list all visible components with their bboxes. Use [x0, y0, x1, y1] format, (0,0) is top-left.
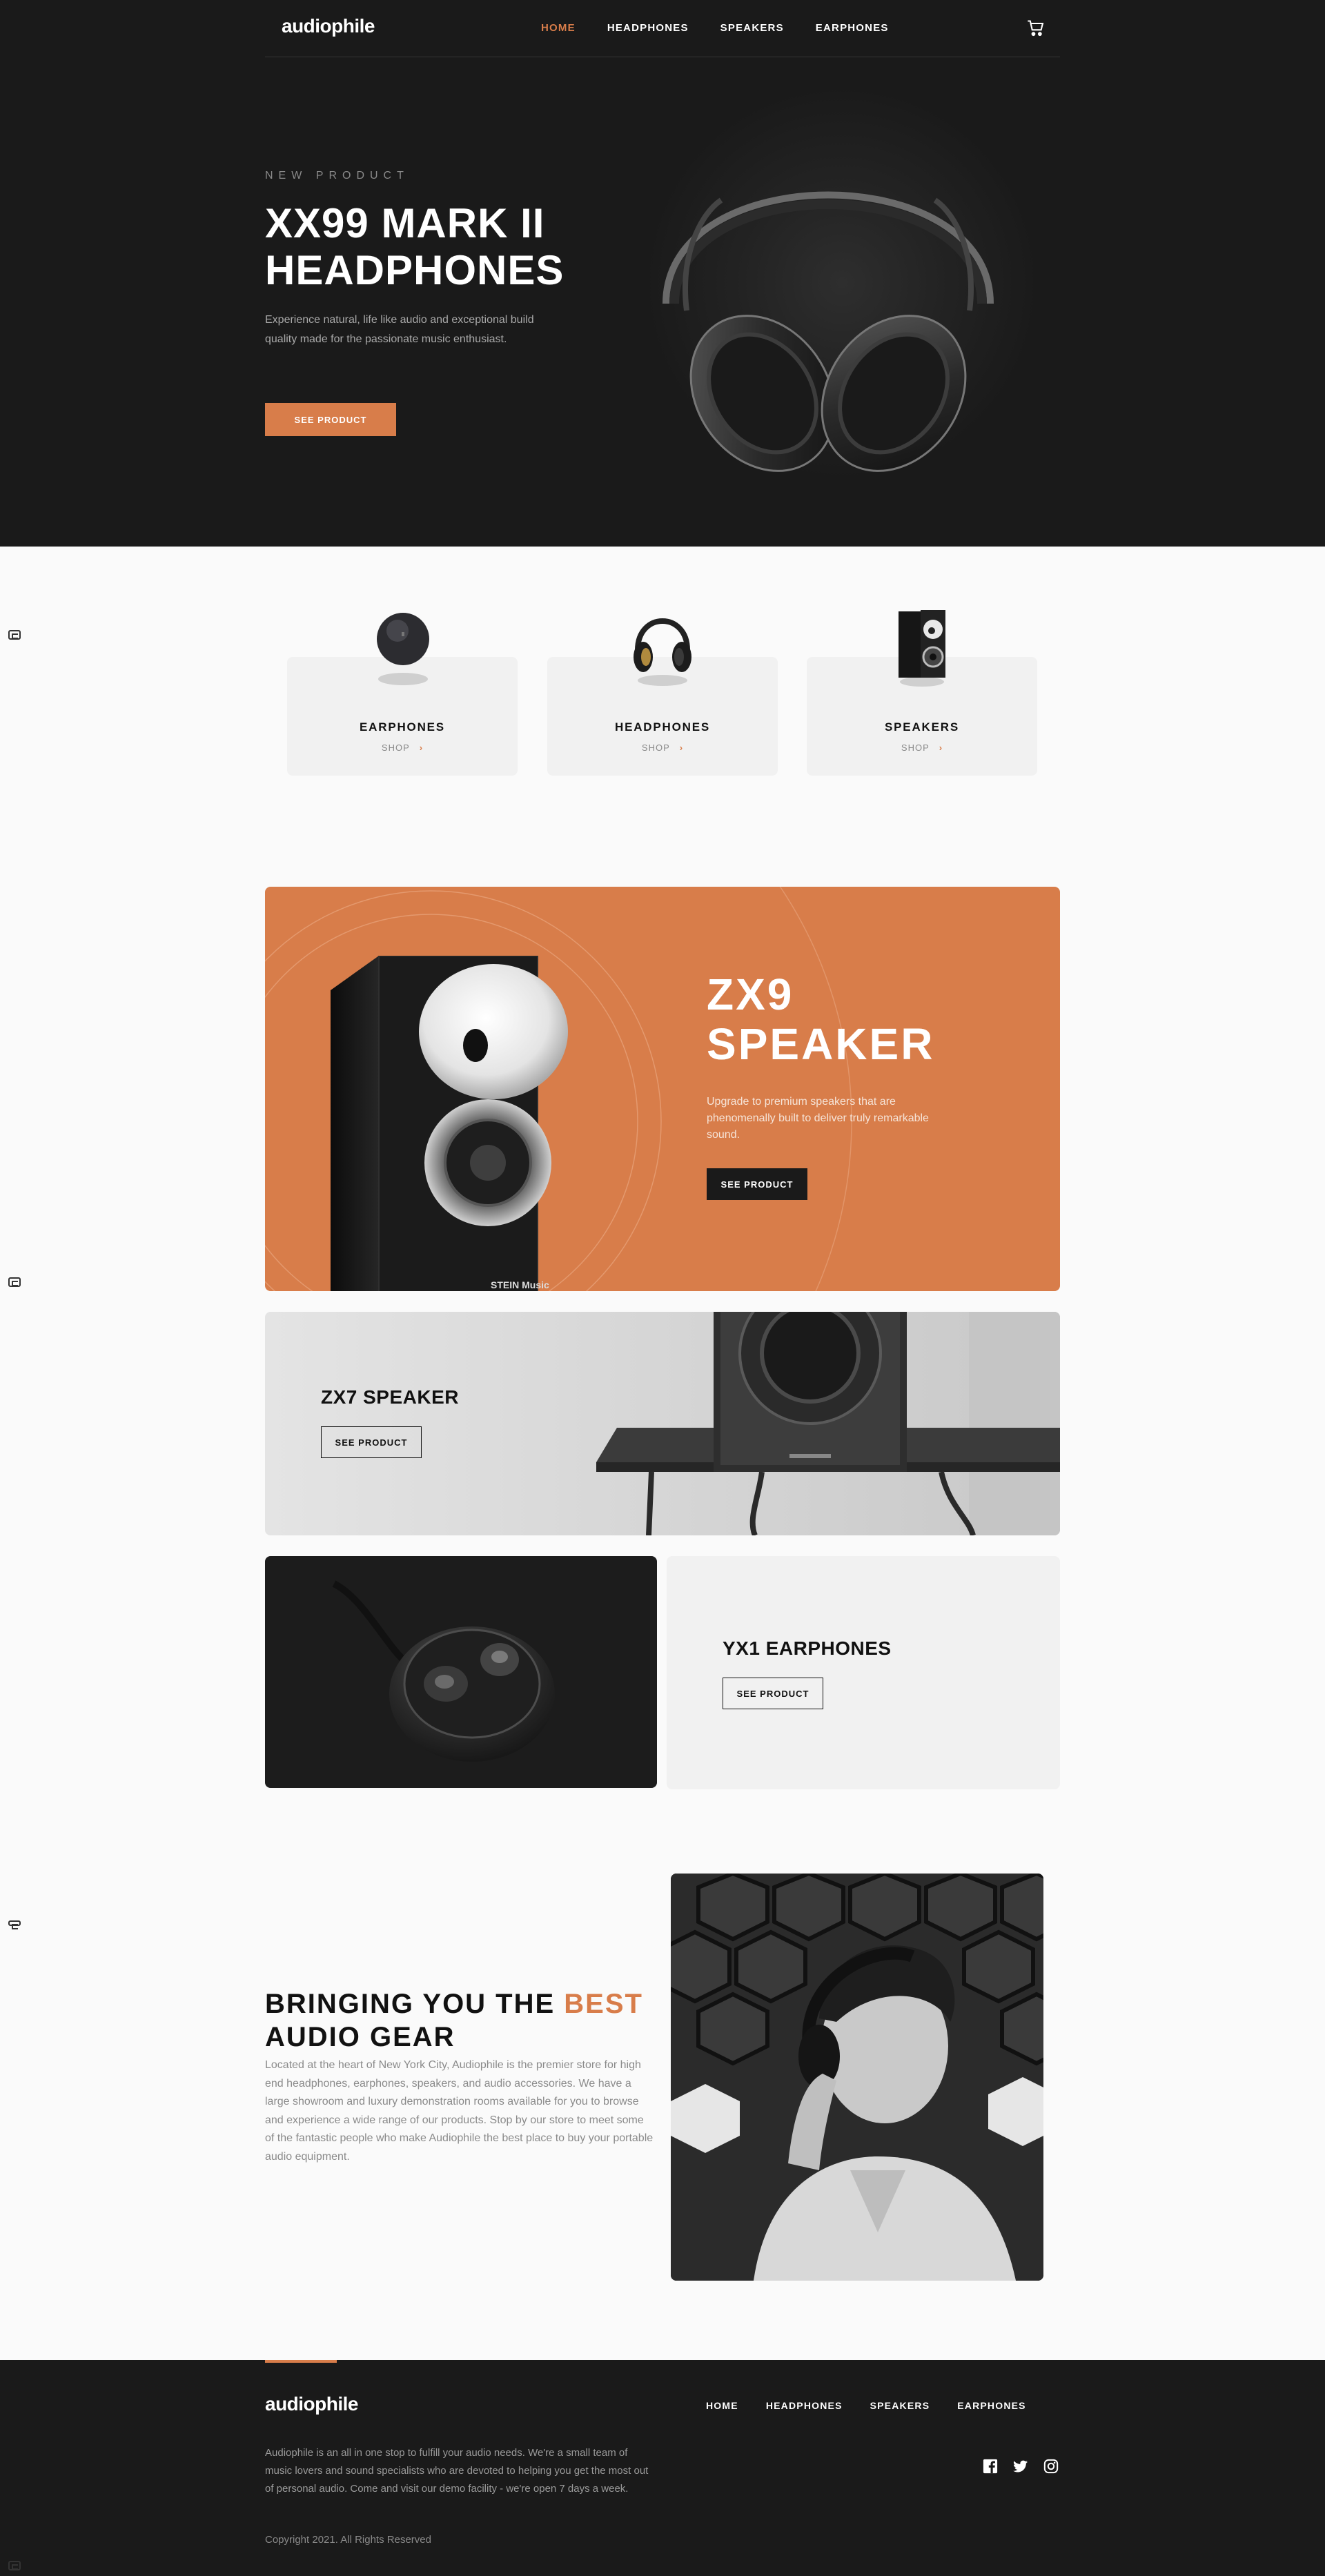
zx9-title: ZX9 SPEAKER [707, 970, 935, 1069]
category-name: SPEAKERS [885, 720, 959, 734]
zx9-speaker-image: STEIN Music [331, 956, 568, 1291]
footer-accent-bar [265, 2360, 337, 2363]
footer-nav-home[interactable]: HOME [706, 2400, 738, 2411]
yx1-title: YX1 EARPHONES [723, 1638, 892, 1659]
twitter-icon[interactable] [1013, 2459, 1028, 2474]
footer-copyright: Copyright 2021. All Rights Reserved [265, 2534, 431, 2546]
footer: audiophile HOME HEADPHONES SPEAKERS EARP… [0, 2360, 1325, 2576]
earphones-case-image [377, 613, 429, 685]
cart-icon[interactable] [1026, 19, 1046, 38]
nav-headphones[interactable]: HEADPHONES [607, 22, 689, 34]
zx7-title: ZX7 SPEAKER [321, 1386, 459, 1408]
footer-nav-speakers[interactable]: SPEAKERS [870, 2400, 930, 2411]
zx9-description: Upgrade to premium speakers that are phe… [707, 1096, 929, 1141]
hero-section: audiophile HOME HEADPHONES SPEAKERS EARP… [0, 0, 1325, 547]
side-scroll-icon[interactable] [8, 1920, 21, 1929]
speaker-thumb-image [899, 610, 945, 687]
facebook-icon[interactable] [983, 2459, 998, 2474]
about-title-accent: BEST [564, 1989, 643, 2019]
instagram-icon[interactable] [1043, 2459, 1059, 2474]
yx1-text-card: YX1 EARPHONES SEE PRODUCT [667, 1556, 1060, 1789]
headphones-thumb-image [634, 618, 691, 686]
zx9-see-product-button[interactable]: SEE PRODUCT [707, 1168, 807, 1200]
zx7-feature-card: ZX7 SPEAKER SEE PRODUCT [265, 1312, 1060, 1535]
headphones-image [662, 191, 994, 472]
zx7-see-product-button[interactable]: SEE PRODUCT [321, 1426, 422, 1458]
footer-nav: HOME HEADPHONES SPEAKERS EARPHONES [706, 2400, 1026, 2411]
footer-nav-earphones[interactable]: EARPHONES [957, 2400, 1025, 2411]
about-person-image [671, 1874, 1043, 2281]
nav-earphones[interactable]: EARPHONES [816, 22, 889, 34]
logo[interactable]: audiophile [282, 15, 375, 37]
footer-logo[interactable]: audiophile [265, 2393, 359, 2415]
about-title: BRINGING YOU THE BEST AUDIO GEAR [265, 1989, 643, 2052]
footer-description: Audiophile is an all in one stop to fulf… [265, 2447, 649, 2495]
top-nav: audiophile HOME HEADPHONES SPEAKERS EARP… [265, 0, 1060, 57]
category-name: EARPHONES [360, 720, 445, 734]
side-scroll-icon[interactable] [8, 630, 21, 640]
nav-home[interactable]: HOME [541, 22, 576, 34]
category-name: HEADPHONES [615, 720, 710, 734]
nav-links: HOME HEADPHONES SPEAKERS EARPHONES [541, 22, 889, 34]
shop-link[interactable]: SHOP › [807, 743, 1037, 753]
shop-link[interactable]: SHOP › [547, 743, 778, 753]
yx1-image [265, 1556, 657, 1788]
shop-link[interactable]: SHOP › [287, 743, 518, 753]
speaker-brand-text: STEIN Music [491, 1279, 549, 1290]
side-scroll-icon[interactable] [8, 2561, 21, 2570]
zx7-speaker-image [596, 1312, 1060, 1535]
hero-title: XX99 MARK II HEADPHONES [265, 200, 565, 293]
footer-nav-headphones[interactable]: HEADPHONES [766, 2400, 843, 2411]
about-description: Located at the heart of New York City, A… [265, 2059, 654, 2163]
yx1-see-product-button[interactable]: SEE PRODUCT [723, 1678, 823, 1709]
hero-description: Experience natural, life like audio and … [265, 314, 534, 345]
side-scroll-icon[interactable] [8, 1277, 21, 1287]
hero-see-product-button[interactable]: SEE PRODUCT [265, 403, 396, 436]
zx9-feature-card: STEIN Music ZX9 SPEAKER Upgrade to premi… [265, 887, 1060, 1291]
nav-speakers[interactable]: SPEAKERS [720, 22, 784, 34]
hero-eyebrow: NEW PRODUCT [265, 170, 409, 181]
yx1-earphones-image [332, 1580, 555, 1762]
